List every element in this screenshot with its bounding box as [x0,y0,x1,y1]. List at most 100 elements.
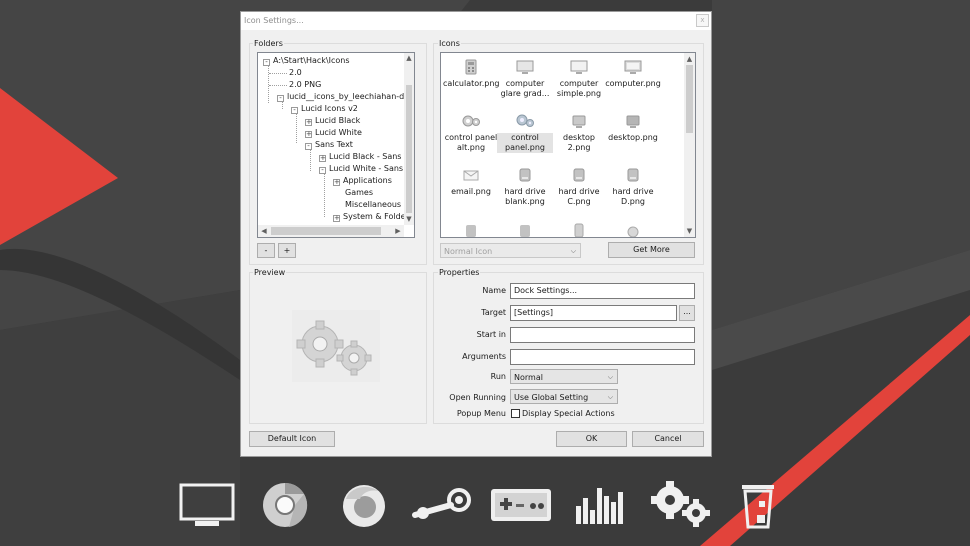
gamepad-icon[interactable] [489,485,553,525]
collapse-toggle[interactable]: - [319,167,326,174]
icon-item-email[interactable]: email.png [443,167,499,197]
icon-item-hard-drive-blank[interactable]: hard drive blank.png [497,167,553,207]
chrome-icon[interactable] [259,481,311,529]
name-field[interactable]: Dock Settings... [510,283,695,299]
display-special-actions-label: Display Special Actions [522,409,615,418]
scroll-down-arrow[interactable]: ▼ [685,227,694,235]
icon-item-computer-glare[interactable]: computer glare grad... [497,59,553,99]
desktop-icon [572,115,586,128]
steam-icon[interactable] [409,485,477,525]
collapse-toggle[interactable]: - [277,95,284,102]
icon-item-desktop[interactable]: desktop.png [605,113,661,143]
harddrive-icon [627,168,639,182]
cancel-button[interactable]: Cancel [632,431,704,447]
chevron-down-icon: ⌵ [607,393,613,401]
icon-list[interactable]: calculator.png computer glare grad... co… [440,52,696,238]
run-select[interactable]: Normal ⌵ [510,369,618,384]
desktop-icon [626,115,640,128]
monitor-icon [624,60,642,74]
run-label: Run [490,372,506,381]
scroll-up-arrow[interactable]: ▲ [404,54,414,62]
expand-toggle[interactable]: + [333,215,340,222]
preview-label: Preview [253,268,287,277]
tree-node-system-folders[interactable]: + System & Folder [333,212,409,222]
collapse-toggle[interactable]: - [263,59,270,66]
open-running-label: Open Running [449,393,506,402]
tree-node-lucid-white[interactable]: + Lucid White [305,128,362,138]
icon-item-control-panel-alt[interactable]: control panel alt.png [443,113,499,153]
dialog-title: Icon Settings... [244,16,304,25]
tree-node-root[interactable]: - A:\Start\Hack\Icons [263,56,350,66]
monitor-icon [570,60,588,74]
tree-node-lucid-icons[interactable]: - lucid__icons_by_leechiahan-d1c [277,92,414,102]
apple-icon [627,226,639,237]
arguments-field[interactable] [510,349,695,365]
tree-scroll-thumb[interactable] [406,85,412,213]
start-in-field[interactable] [510,327,695,343]
properties-label: Properties [438,268,481,277]
settings-gears-icon[interactable] [648,480,714,528]
icon-item-hard-drive-d[interactable]: hard drive D.png [605,167,661,207]
folders-label: Folders [253,39,284,48]
chevron-down-icon: ⌵ [570,247,576,255]
collapse-toggle[interactable]: - [291,107,298,114]
tree-node-lucid-icons-v2[interactable]: - Lucid Icons v2 [291,104,358,114]
display-special-actions-checkbox[interactable] [511,409,520,418]
open-running-select[interactable]: Use Global Setting ⌵ [510,389,618,404]
tree-node-lucid-white-sans[interactable]: - Lucid White - Sans T [319,164,411,174]
icon-item-calculator[interactable]: calculator.png [443,59,499,89]
envelope-icon [463,170,479,181]
scroll-left-arrow[interactable]: ◀ [260,227,268,235]
expand-toggle[interactable]: + [305,119,312,126]
add-folder-button[interactable]: + [278,243,296,258]
harddrive-icon [573,168,585,182]
icons-label: Icons [438,39,461,48]
tree-node-lucid-black-sans[interactable]: + Lucid Black - Sans Te [319,152,412,162]
gears-preview-icon [292,310,380,382]
target-label: Target [481,308,506,317]
scroll-right-arrow[interactable]: ▶ [394,227,402,235]
firefox-icon[interactable] [338,481,390,529]
close-button[interactable]: x [696,14,709,27]
tree-node-2-0-png[interactable]: 2.0 PNG [289,80,321,90]
icon-item-hard-drive-c[interactable]: hard drive C.png [551,167,607,207]
get-more-button[interactable]: Get More [608,242,695,258]
harddrive-icon [466,225,476,237]
gears-icon [462,115,480,127]
recycle-bin-icon[interactable] [737,481,779,529]
folder-tree[interactable]: - A:\Start\Hack\Icons 2.0 2.0 PNG - lucid_… [257,52,415,238]
browse-target-button[interactable]: ... [679,305,695,321]
monitor-icon [516,60,534,74]
ok-button[interactable]: OK [556,431,627,447]
icon-item-computer[interactable]: computer.png [605,59,661,89]
target-field[interactable]: [Settings] [510,305,677,321]
start-in-label: Start in [476,330,506,339]
equalizer-icon[interactable] [574,484,628,526]
scroll-down-arrow[interactable]: ▼ [404,215,414,223]
tree-node-2-0[interactable]: 2.0 [289,68,302,78]
tree-node-games[interactable]: Games [345,188,373,198]
icon-item-computer-simple[interactable]: computer simple.png [551,59,607,99]
default-icon-button[interactable]: Default Icon [249,431,335,447]
expand-toggle[interactable]: + [319,155,326,162]
icon-item-desktop-2[interactable]: desktop 2.png [551,113,607,153]
harddrive-icon [520,225,530,237]
expand-toggle[interactable]: + [305,131,312,138]
tree-node-applications[interactable]: + Applications [333,176,392,186]
title-bar[interactable]: Icon Settings... x [241,12,711,30]
tree-node-lucid-black[interactable]: + Lucid Black [305,116,360,126]
tree-hscroll-thumb[interactable] [271,227,381,235]
scroll-up-arrow[interactable]: ▲ [685,55,694,63]
calculator-icon [465,59,477,75]
monitor-icon[interactable] [178,482,236,528]
icons-scroll-thumb[interactable] [686,65,693,133]
expand-toggle[interactable]: + [333,179,340,186]
tree-node-sans-text[interactable]: - Sans Text [305,140,353,150]
icon-type-select[interactable]: Normal Icon ⌵ [440,243,581,258]
icon-item-control-panel[interactable]: control panel.png [497,113,553,153]
chevron-down-icon: ⌵ [607,373,613,381]
tree-node-miscellaneous[interactable]: Miscellaneous [345,200,401,210]
remove-folder-button[interactable]: - [257,243,275,258]
collapse-toggle[interactable]: - [305,143,312,150]
name-label: Name [482,286,506,295]
